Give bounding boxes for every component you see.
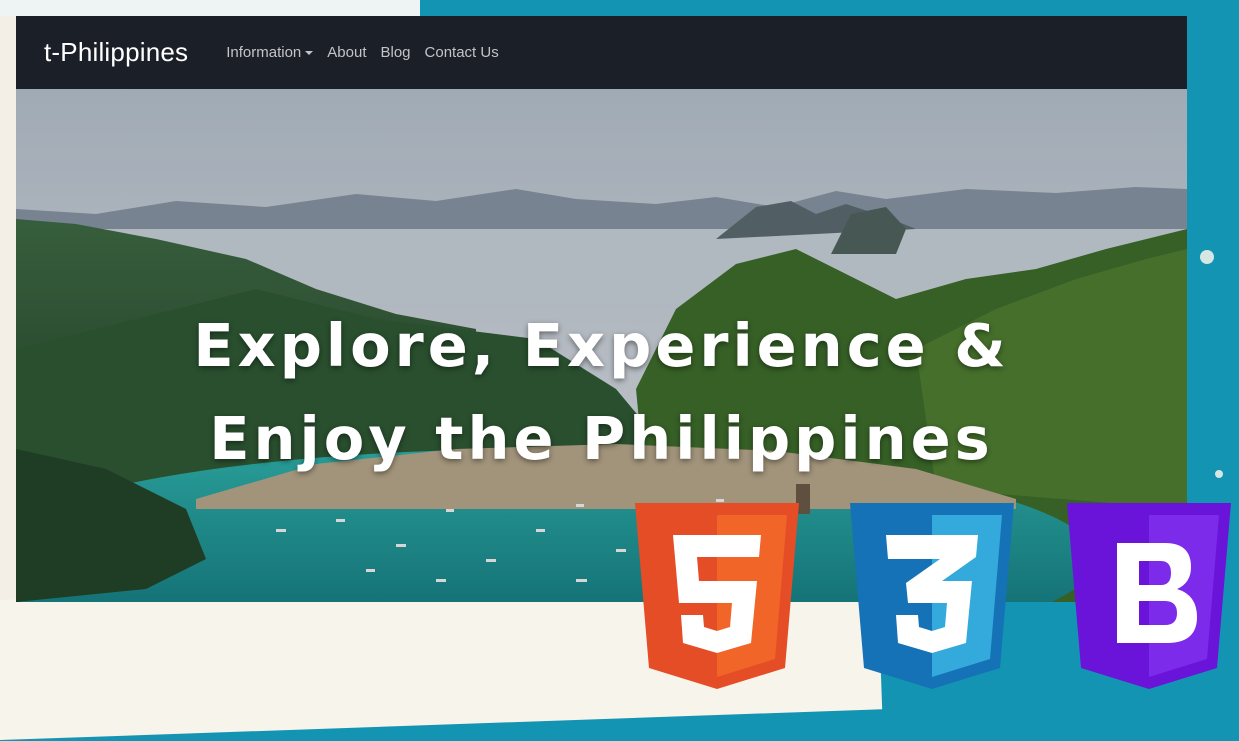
- nav-blog[interactable]: Blog: [380, 44, 410, 61]
- hero-heading: Explore, Experience & Enjoy the Philippi…: [16, 299, 1187, 485]
- caret-down-icon: [305, 50, 314, 55]
- nav-information-label: Information: [226, 44, 302, 61]
- hero-heading-line-2: Enjoy the Philippines: [209, 403, 994, 473]
- nav-information-dropdown[interactable]: Information: [226, 44, 314, 61]
- bootstrap-logo-icon: [1067, 503, 1231, 689]
- brand-link[interactable]: t-Philippines: [44, 37, 188, 68]
- nav-contact-us[interactable]: Contact Us: [425, 44, 499, 61]
- css3-logo-icon: [850, 503, 1014, 689]
- nav-about[interactable]: About: [327, 44, 366, 61]
- navbar: t-Philippines Information About Blog Con…: [16, 16, 1187, 89]
- hero-heading-line-1: Explore, Experience &: [193, 310, 1010, 380]
- html5-logo-icon: [635, 503, 799, 689]
